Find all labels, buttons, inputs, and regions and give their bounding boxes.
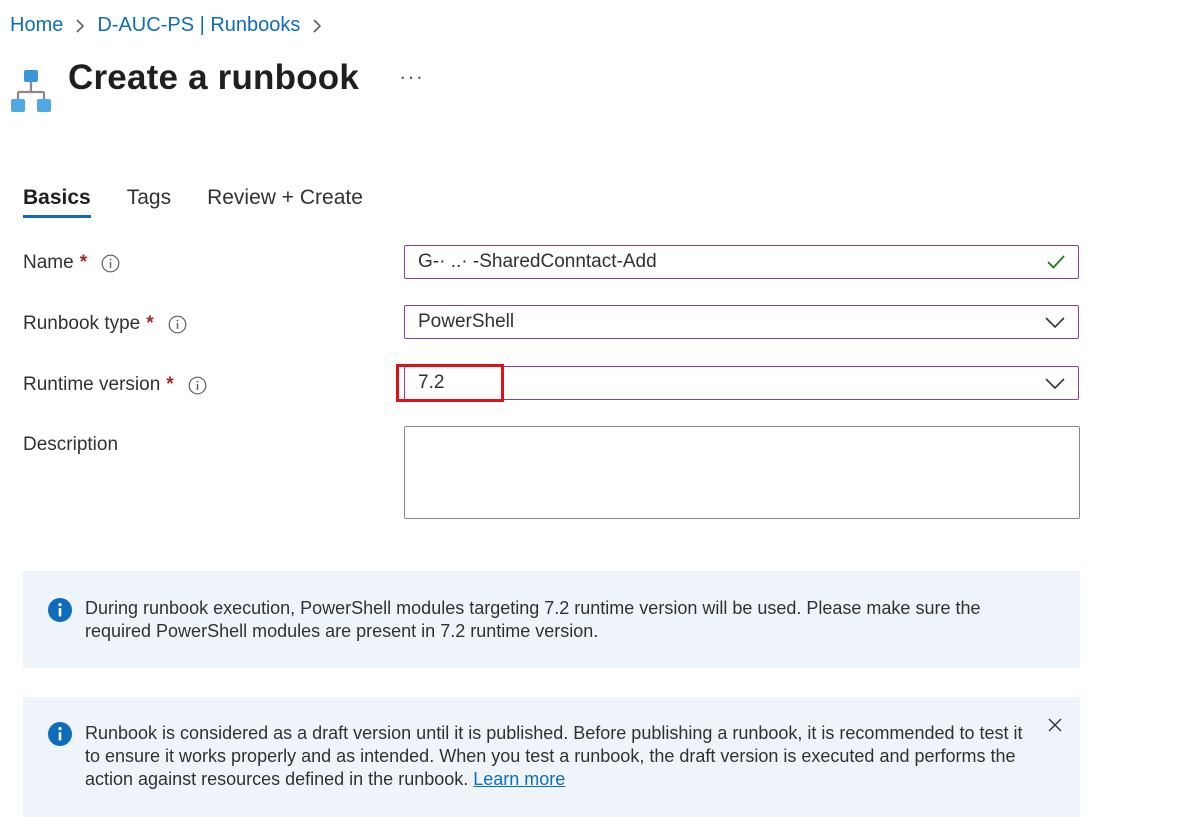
runtime-version-label: Runtime version * — [23, 374, 207, 396]
tab-basics[interactable]: Basics — [23, 186, 91, 218]
breadcrumb-home-link[interactable]: Home — [10, 14, 63, 37]
runbook-type-label-text: Runbook type — [23, 313, 141, 334]
chevron-down-icon — [1044, 374, 1066, 398]
info-filled-icon — [48, 722, 72, 752]
runtime-version-value: 7.2 — [418, 372, 445, 393]
runbook-type-dropdown[interactable]: PowerShell — [404, 305, 1079, 339]
chevron-down-icon — [1044, 313, 1066, 337]
description-label: Description — [23, 434, 118, 456]
more-options-button[interactable]: ··· — [399, 64, 424, 90]
name-label-text: Name — [23, 252, 74, 273]
required-asterisk: * — [146, 313, 154, 334]
name-label: Name * — [23, 252, 120, 274]
tab-review-create[interactable]: Review + Create — [207, 186, 363, 218]
learn-more-link[interactable]: Learn more — [473, 769, 565, 789]
info-icon[interactable] — [101, 254, 120, 273]
runbook-hierarchy-icon — [10, 68, 54, 124]
info-icon[interactable] — [168, 315, 187, 334]
checkmark-icon — [1046, 253, 1066, 277]
runbook-type-label: Runbook type * — [23, 313, 187, 335]
runbook-type-value: PowerShell — [418, 311, 515, 332]
chevron-right-icon — [75, 18, 85, 34]
required-asterisk: * — [166, 374, 174, 395]
name-input-value: G-· ..· -SharedConntact-Add — [418, 251, 657, 272]
chevron-right-icon — [312, 18, 322, 34]
info-icon[interactable] — [188, 376, 207, 395]
draft-info-banner: Runbook is considered as a draft version… — [23, 697, 1080, 817]
tab-bar: Basics Tags Review + Create — [23, 186, 399, 218]
info-filled-icon — [48, 598, 72, 628]
tab-tags[interactable]: Tags — [127, 186, 171, 218]
runtime-version-dropdown[interactable]: 7.2 — [404, 366, 1079, 400]
description-textarea[interactable] — [404, 426, 1080, 519]
page-header: Create a runbook ··· — [10, 58, 424, 124]
description-label-text: Description — [23, 434, 119, 455]
runtime-info-text: During runbook execution, PowerShell mod… — [85, 598, 981, 641]
page-title: Create a runbook — [68, 58, 360, 97]
draft-info-text-block: Runbook is considered as a draft version… — [85, 722, 1030, 791]
name-input[interactable]: G-· ..· -SharedConntact-Add — [404, 245, 1079, 279]
required-asterisk: * — [79, 252, 88, 273]
runtime-version-label-text: Runtime version — [23, 374, 161, 395]
close-icon[interactable] — [1048, 715, 1062, 738]
breadcrumb-runbooks-link[interactable]: D-AUC-PS | Runbooks — [97, 14, 300, 37]
runtime-info-banner: During runbook execution, PowerShell mod… — [23, 571, 1080, 668]
breadcrumb: Home D-AUC-PS | Runbooks — [10, 14, 334, 37]
